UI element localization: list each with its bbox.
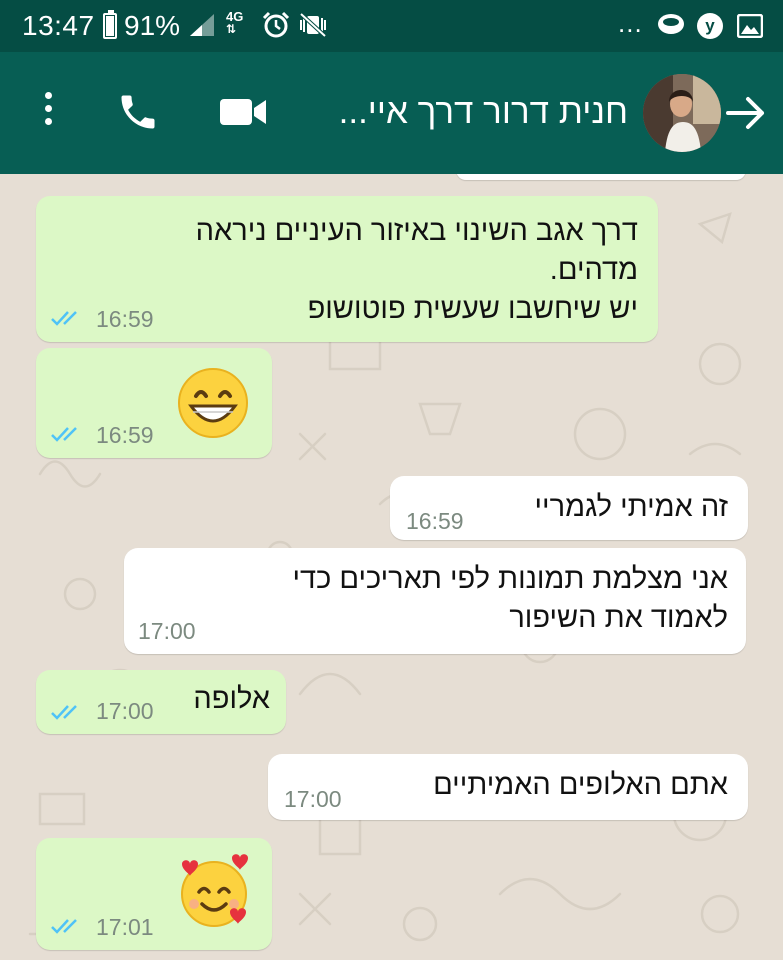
clock-time: 13:47: [22, 10, 95, 41]
read-receipt-icon: [51, 427, 77, 442]
back-arrow-icon[interactable]: [726, 96, 766, 130]
message-time: 17:00: [138, 618, 196, 644]
message-text: יש שיחשבו שעשית פוטושופ: [307, 293, 638, 325]
previous-message-bubble: [456, 174, 746, 180]
4g-data-icon: 4G ⇅: [226, 9, 244, 36]
message-text: זה אמיתי לגמריי: [534, 491, 728, 523]
read-receipt-icon: [51, 705, 77, 720]
battery-percentage: 91%: [124, 10, 181, 41]
overflow-dots: ...: [618, 8, 643, 38]
alarm-icon: [262, 11, 290, 38]
message-text: אני מצלמת תמונות לפי תאריכים כדי: [292, 563, 729, 595]
message-text: אלופה: [193, 683, 270, 715]
chat-area[interactable]: דרך אגב השינוי באיזור העיניים ניראה מדהי…: [0, 174, 783, 960]
outgoing-message-bubble[interactable]: אלופה 17:00: [36, 670, 286, 734]
message-time: 17:00: [284, 786, 342, 812]
contact-avatar[interactable]: [643, 74, 721, 152]
vibrate-mute-icon: [299, 12, 327, 38]
read-receipt-icon: [51, 311, 77, 326]
outgoing-message-bubble[interactable]: דרך אגב השינוי באיזור העיניים ניראה מדהי…: [36, 196, 658, 342]
chat-notification-icon: [658, 14, 684, 34]
status-bar: 13:47 91% 4G ⇅ ... y: [0, 0, 783, 52]
grinning-face-emoji: [178, 368, 248, 438]
message-time: 16:59: [96, 306, 154, 332]
phone-call-icon[interactable]: [116, 90, 160, 134]
message-text: מדהים.: [549, 254, 638, 286]
incoming-message-bubble[interactable]: זה אמיתי לגמריי 16:59: [390, 476, 748, 540]
message-time: 16:59: [406, 508, 464, 534]
gallery-icon: [737, 14, 763, 38]
message-time: 17:00: [96, 698, 154, 724]
outgoing-message-bubble[interactable]: 17:01: [36, 838, 272, 950]
message-time: 16:59: [96, 422, 154, 448]
more-options-icon[interactable]: [34, 92, 62, 132]
smiling-face-with-hearts-emoji: [181, 854, 248, 927]
message-time: 17:01: [96, 914, 154, 940]
chat-header: חנית דרור דרך איי...: [0, 52, 783, 174]
incoming-message-bubble[interactable]: אתם האלופים האמיתיים 17:00: [268, 754, 748, 820]
incoming-message-bubble[interactable]: אני מצלמת תמונות לפי תאריכים כדי לאמוד א…: [124, 548, 746, 654]
message-text: דרך אגב השינוי באיזור העיניים ניראה: [195, 215, 638, 247]
contact-name[interactable]: חנית דרור דרך איי...: [290, 84, 628, 140]
read-receipt-icon: [51, 919, 77, 934]
y-app-icon: y: [697, 13, 723, 39]
battery-icon: [103, 10, 117, 39]
signal-icon: [190, 14, 214, 36]
video-call-icon[interactable]: [218, 96, 268, 128]
message-text: לאמוד את השיפור: [509, 602, 728, 634]
message-text: אתם האלופים האמיתיים: [433, 769, 728, 801]
outgoing-message-bubble[interactable]: 16:59: [36, 348, 272, 458]
